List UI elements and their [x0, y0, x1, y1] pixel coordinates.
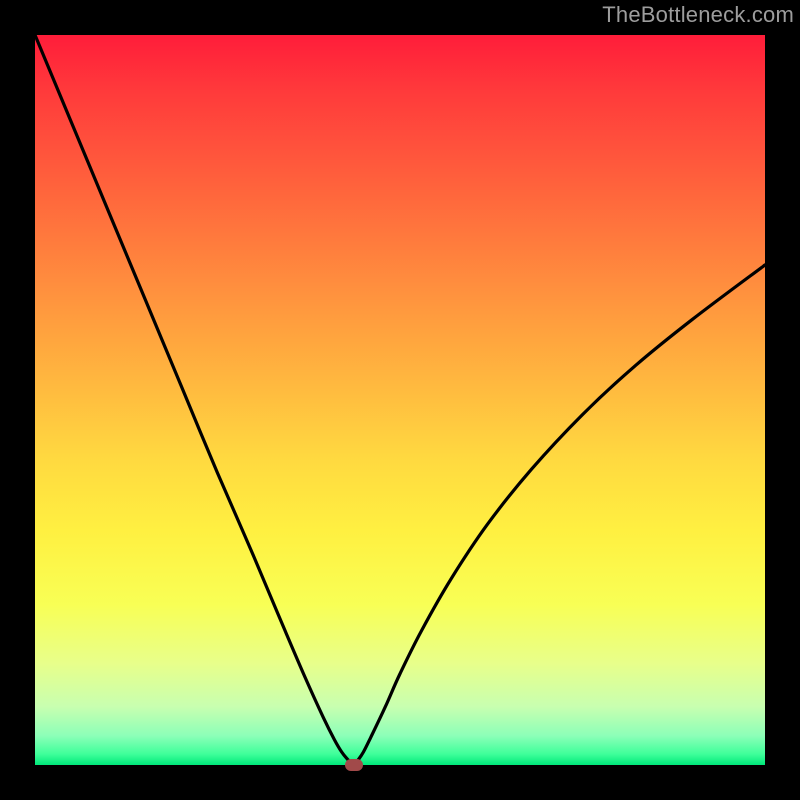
- bottleneck-curve: [35, 35, 765, 765]
- watermark-text: TheBottleneck.com: [602, 2, 794, 28]
- chart-frame: TheBottleneck.com: [0, 0, 800, 800]
- chart-plot-area: [35, 35, 765, 765]
- optimal-marker: [345, 759, 363, 771]
